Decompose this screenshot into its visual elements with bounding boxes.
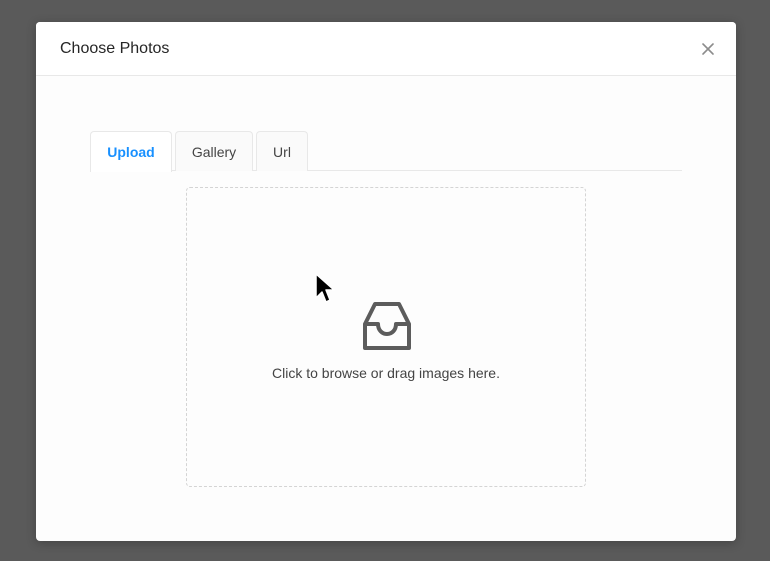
mouse-cursor-icon bbox=[315, 273, 335, 303]
modal-title: Choose Photos bbox=[60, 40, 170, 57]
tab-url[interactable]: Url bbox=[256, 131, 308, 171]
inbox-icon bbox=[363, 302, 411, 350]
dropzone-hint: Click to browse or drag images here. bbox=[272, 365, 500, 381]
source-tabs: Upload Gallery Url bbox=[90, 131, 682, 172]
modal-header: Choose Photos bbox=[36, 22, 736, 76]
close-icon bbox=[702, 43, 714, 55]
choose-photos-modal: Choose Photos Upload Gallery Url Click t… bbox=[36, 22, 736, 541]
tab-gallery[interactable]: Gallery bbox=[175, 131, 253, 171]
close-button[interactable] bbox=[698, 39, 718, 59]
tab-upload[interactable]: Upload bbox=[90, 131, 172, 172]
upload-dropzone[interactable]: Click to browse or drag images here. bbox=[186, 187, 586, 487]
